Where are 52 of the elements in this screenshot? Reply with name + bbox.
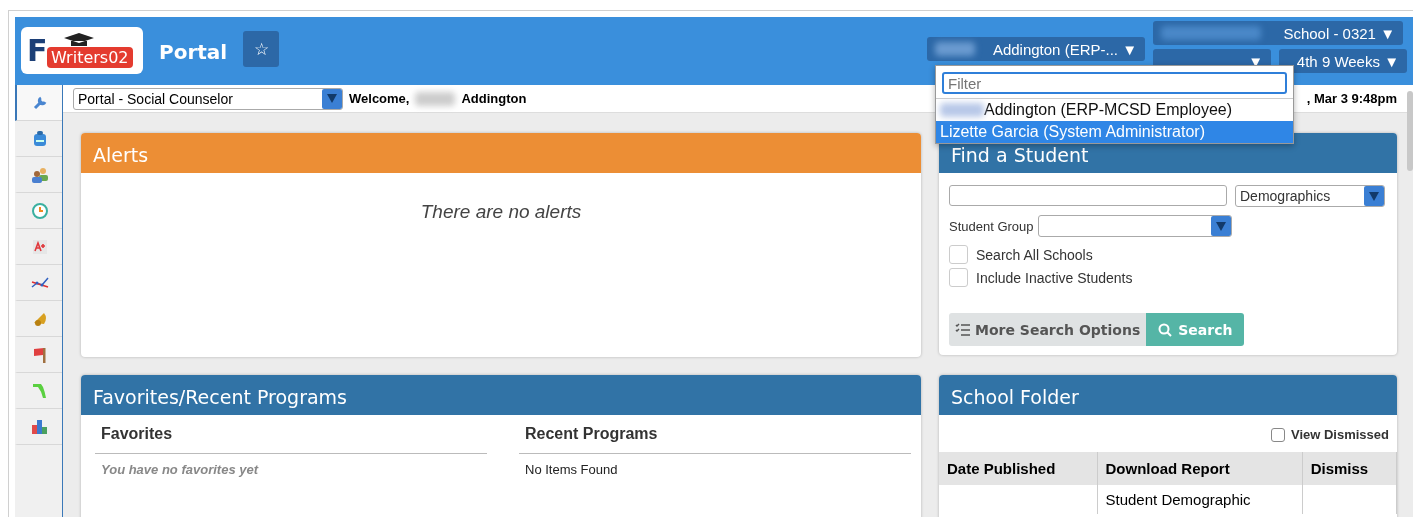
- backpack-icon: [32, 130, 47, 147]
- welcome-label: Welcome,: [349, 91, 410, 106]
- date-time: , Mar 3 9:48pm: [1306, 91, 1397, 106]
- more-options-button[interactable]: More Search Options: [949, 313, 1147, 346]
- checkbox[interactable]: [1270, 427, 1285, 442]
- page-title: Portal: [159, 40, 228, 64]
- panel-title: Alerts: [81, 133, 921, 173]
- panel-title: School Folder: [939, 375, 1397, 415]
- trend-icon: [30, 275, 49, 290]
- empty-message: You have no favorites yet: [100, 461, 260, 479]
- empty-message: No Items Found: [524, 461, 619, 479]
- table-cell: Student Demographic: [1097, 485, 1303, 514]
- column-heading: Recent Programs: [519, 421, 911, 454]
- user-option[interactable]: Addington (ERP-MCSD Employee): [936, 99, 1293, 121]
- user-name: Addington: [461, 91, 527, 106]
- map-icon: [31, 381, 48, 400]
- logo-letter: F: [27, 33, 48, 68]
- graduation-cap-icon: [63, 32, 94, 47]
- search-field[interactable]: [949, 185, 1227, 206]
- user-menu[interactable]: Addington (ERP-... ▼: [927, 37, 1145, 61]
- flag-icon: [31, 345, 48, 364]
- checkbox-label: Include Inactive Students: [976, 269, 1133, 286]
- column-header: Dismiss: [1302, 452, 1397, 485]
- column-heading: Favorites: [95, 421, 487, 454]
- school-menu[interactable]: School - 0321 ▼: [1153, 21, 1403, 45]
- field-label: Student Group: [949, 218, 1034, 234]
- checkbox[interactable]: [949, 245, 968, 264]
- scrollbar[interactable]: [1407, 91, 1413, 171]
- grade-icon: [31, 238, 48, 255]
- column-header: Download Report: [1097, 452, 1303, 485]
- bar-chart-icon: [30, 418, 49, 435]
- people-icon: [30, 166, 49, 183]
- sidebar-item[interactable]: [15, 85, 62, 121]
- term-menu[interactable]: 4th 9 Weeks ▼: [1279, 49, 1407, 73]
- clock-icon: [30, 201, 49, 220]
- wrench-icon: [31, 94, 48, 111]
- role-select[interactable]: Portal - Social Counselor: [73, 87, 343, 110]
- filter-field[interactable]: Filter: [942, 72, 1287, 94]
- checkbox[interactable]: [949, 268, 968, 287]
- user-option[interactable]: Lizette Garcia (System Administrator): [936, 121, 1293, 143]
- redacted-text: [415, 91, 456, 106]
- search-icon: [1158, 322, 1173, 337]
- environment-badge: Writers02: [47, 47, 133, 68]
- checkbox-label: Search All Schools: [976, 246, 1093, 263]
- checkbox-label: View Dismissed: [1290, 427, 1389, 442]
- column-header: Date Published: [939, 452, 1097, 485]
- student-group-select[interactable]: [1037, 215, 1232, 237]
- favorite-button[interactable]: ☆: [243, 31, 280, 67]
- panel-title: Favorites/Recent Programs: [81, 375, 921, 415]
- empty-message: There are no alerts: [419, 201, 583, 223]
- list-icon: [955, 322, 971, 337]
- search-type-select[interactable]: Demographics: [1235, 185, 1385, 207]
